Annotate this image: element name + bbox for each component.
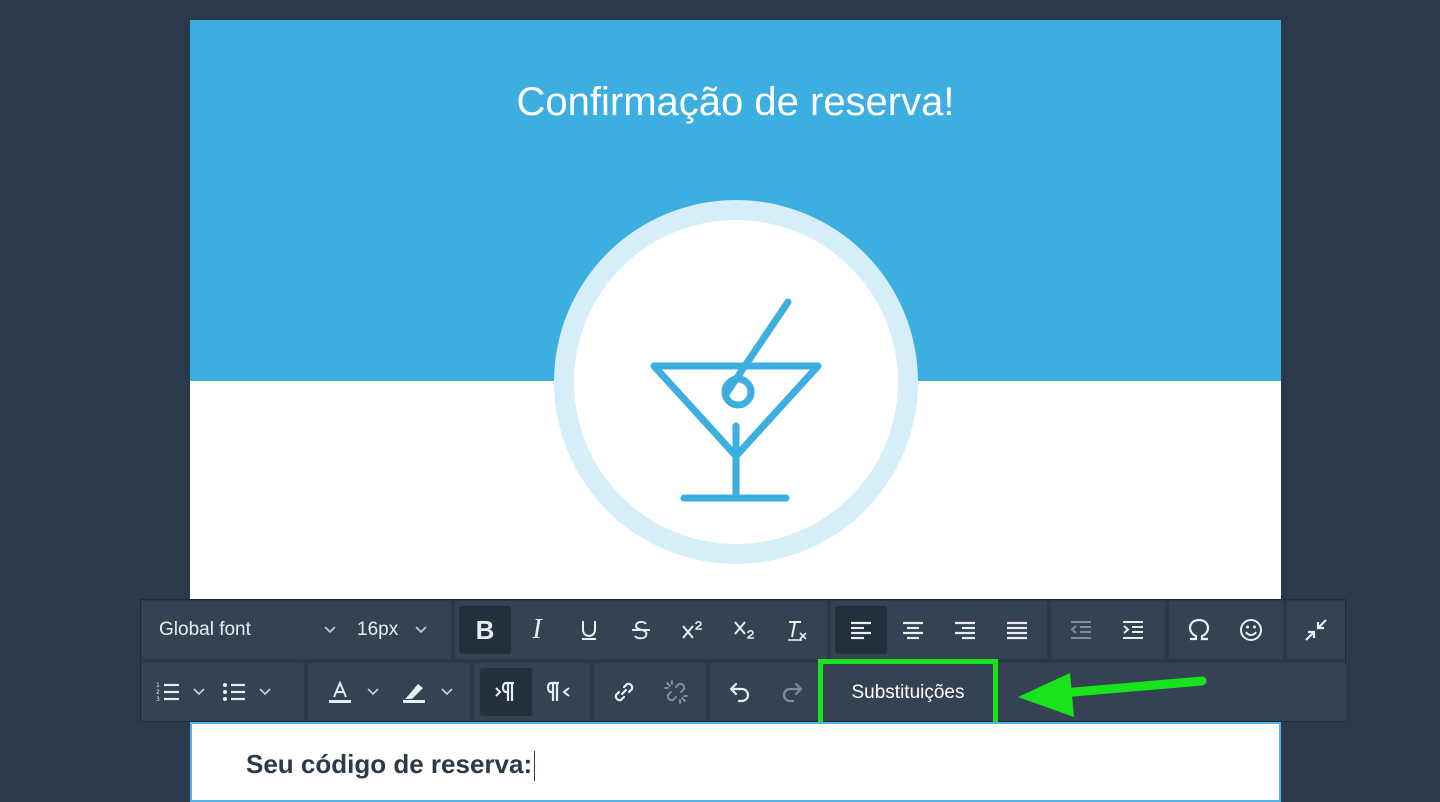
clear-format-button[interactable]: [771, 606, 823, 654]
list-group: 123: [142, 663, 304, 721]
font-family-value: Global font: [159, 619, 251, 640]
align-justify-icon: [1007, 621, 1027, 640]
collapse-button[interactable]: [1290, 606, 1342, 654]
redo-button[interactable]: [766, 668, 818, 716]
svg-text:1: 1: [156, 682, 160, 689]
subscript-icon: [734, 621, 754, 639]
email-title[interactable]: Confirmação de reserva!: [190, 78, 1281, 126]
indent-button[interactable]: [1107, 606, 1159, 654]
rtl-button[interactable]: [532, 668, 584, 716]
direction-group: [474, 663, 590, 721]
booking-code-label: Seu código de reserva:: [246, 749, 533, 779]
superscript-icon: [682, 620, 702, 639]
svg-text:2: 2: [156, 689, 160, 696]
strikethrough-icon: [632, 620, 650, 640]
align-left-button[interactable]: [835, 606, 887, 654]
outdent-button[interactable]: [1055, 606, 1107, 654]
highlight-color-button[interactable]: [394, 668, 434, 716]
paragraph-ltr-icon: [495, 681, 514, 701]
align-right-button[interactable]: [939, 606, 991, 654]
font-family-select[interactable]: Global font: [159, 606, 339, 654]
bullet-list-icon: [223, 683, 245, 701]
chevron-down-icon[interactable]: [192, 685, 206, 699]
text-caret: [534, 751, 536, 782]
undo-icon: [729, 682, 750, 703]
align-left-icon: [851, 621, 871, 640]
align-justify-button[interactable]: [991, 606, 1043, 654]
outdent-icon: [1070, 621, 1091, 639]
indent-group: [1051, 601, 1165, 659]
substitutions-button[interactable]: Substituições: [818, 659, 998, 727]
indent-icon: [1123, 621, 1143, 639]
chevron-down-icon[interactable]: [258, 685, 272, 699]
svg-text:3: 3: [156, 696, 160, 703]
strikethrough-button[interactable]: [615, 606, 667, 654]
fullscreen-group: [1287, 601, 1345, 659]
chevron-down-icon: [324, 626, 336, 634]
text-color-button[interactable]: [320, 668, 360, 716]
unlink-icon: [664, 680, 688, 704]
link-icon: [614, 682, 634, 702]
subscript-button[interactable]: [719, 606, 771, 654]
icon-circle: [554, 200, 918, 564]
text-editor-area[interactable]: Seu código de reserva:: [190, 722, 1281, 802]
emoji-icon: [1240, 619, 1262, 641]
substitutions-label: Substituições: [851, 682, 965, 703]
collapse-icon: [1305, 619, 1327, 641]
italic-button[interactable]: I: [511, 606, 563, 654]
ltr-button[interactable]: [480, 668, 532, 716]
chevron-down-icon[interactable]: [366, 685, 380, 699]
ordered-list-button[interactable]: 123: [148, 668, 188, 716]
bullet-list-button[interactable]: [214, 668, 254, 716]
color-group: [308, 663, 470, 721]
align-center-icon: [903, 621, 923, 640]
bold-button[interactable]: B: [459, 606, 511, 654]
insert-link-button[interactable]: [598, 668, 650, 716]
superscript-button[interactable]: [667, 606, 719, 654]
special-characters-button[interactable]: [1173, 606, 1225, 654]
undo-button[interactable]: [714, 668, 766, 716]
paragraph-rtl-icon: [546, 681, 570, 701]
align-group: [831, 601, 1047, 659]
font-group: Global font 16px: [142, 601, 451, 659]
align-right-icon: [955, 621, 975, 640]
annotation-arrow-icon: [1018, 673, 1207, 717]
chevron-down-icon: [415, 626, 427, 634]
unlink-button[interactable]: [650, 668, 702, 716]
emoji-button[interactable]: [1225, 606, 1277, 654]
ordered-list-icon: 123: [156, 682, 179, 703]
font-size-select[interactable]: 16px: [357, 606, 428, 654]
chevron-down-icon[interactable]: [440, 685, 454, 699]
redo-icon: [782, 682, 803, 703]
align-center-button[interactable]: [887, 606, 939, 654]
cocktail-icon: [650, 298, 822, 502]
clear-format-icon: [788, 621, 807, 641]
text-color-icon: [329, 680, 351, 703]
underline-icon: [582, 621, 596, 640]
underline-button[interactable]: [563, 606, 615, 654]
insert-group: [1169, 601, 1283, 659]
font-size-value: 16px: [357, 619, 399, 640]
omega-icon: [1188, 618, 1210, 641]
highlighter-icon: [403, 684, 425, 703]
text-style-group: B I: [455, 601, 827, 659]
link-group: [594, 663, 706, 721]
